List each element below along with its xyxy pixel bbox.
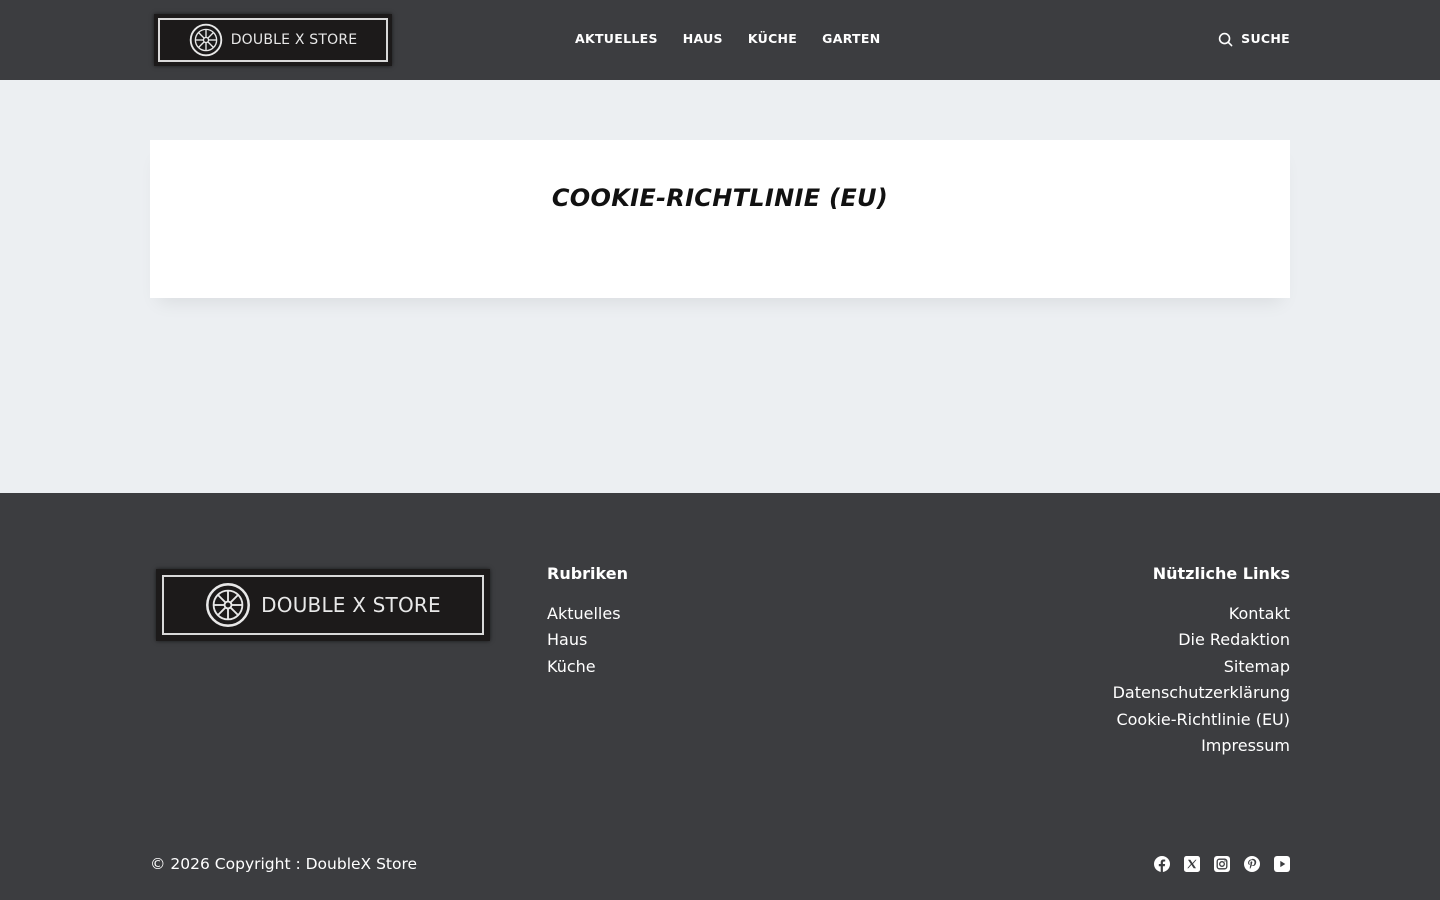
x-icon[interactable] bbox=[1184, 856, 1200, 872]
useful-links-title: Nützliche Links bbox=[1152, 564, 1290, 583]
footer-link-kontakt[interactable]: Kontakt bbox=[1113, 601, 1290, 627]
content-card bbox=[150, 140, 1290, 298]
footer-link-sitemap[interactable]: Sitemap bbox=[1113, 654, 1290, 680]
youtube-icon[interactable] bbox=[1274, 856, 1290, 872]
footer-link-aktuelles[interactable]: Aktuelles bbox=[547, 601, 621, 627]
footer-link-impressum[interactable]: Impressum bbox=[1113, 733, 1290, 759]
page-title: COOKIE-RICHTLINIE (EU) bbox=[551, 184, 889, 212]
instagram-icon[interactable] bbox=[1214, 856, 1230, 872]
social-links bbox=[1154, 856, 1290, 872]
search-label: SUCHE bbox=[1241, 31, 1290, 46]
footer-logo[interactable]: DOUBLE X STORE bbox=[156, 569, 490, 641]
wheel-logo-icon bbox=[189, 23, 222, 57]
copyright-text: © 2026 Copyright : DoubleX Store bbox=[150, 855, 418, 873]
main-nav: AKTUELLES HAUS KÜCHE GARTEN bbox=[575, 0, 880, 80]
wheel-logo-icon bbox=[206, 583, 251, 627]
logo-text: DOUBLE X STORE bbox=[230, 32, 358, 48]
search-button[interactable]: SUCHE bbox=[1218, 0, 1290, 80]
rubriken-list: Aktuelles Haus Küche bbox=[547, 601, 621, 680]
logo-text: DOUBLE X STORE bbox=[261, 593, 441, 617]
rubriken-title: Rubriken bbox=[547, 564, 628, 583]
nav-item-garten[interactable]: GARTEN bbox=[822, 31, 880, 46]
footer-link-kueche[interactable]: Küche bbox=[547, 654, 621, 680]
nav-item-haus[interactable]: HAUS bbox=[683, 31, 723, 46]
nav-item-aktuelles[interactable]: AKTUELLES bbox=[575, 31, 658, 46]
search-icon bbox=[1218, 32, 1233, 46]
site-header: DOUBLE X STORE AKTUELLES HAUS KÜCHE GART… bbox=[0, 0, 1440, 80]
footer-link-cookie[interactable]: Cookie-Richtlinie (EU) bbox=[1113, 707, 1290, 733]
facebook-icon[interactable] bbox=[1154, 856, 1170, 872]
useful-links-list: Kontakt Die Redaktion Sitemap Datenschut… bbox=[1113, 601, 1290, 759]
site-footer: DOUBLE X STORE Rubriken Aktuelles Haus K… bbox=[0, 493, 1440, 900]
footer-link-redaktion[interactable]: Die Redaktion bbox=[1113, 627, 1290, 653]
header-logo[interactable]: DOUBLE X STORE bbox=[154, 14, 392, 66]
nav-item-kueche[interactable]: KÜCHE bbox=[748, 31, 797, 46]
pinterest-icon[interactable] bbox=[1244, 856, 1260, 872]
footer-link-datenschutz[interactable]: Datenschutzerklärung bbox=[1113, 680, 1290, 706]
footer-link-haus[interactable]: Haus bbox=[547, 627, 621, 653]
